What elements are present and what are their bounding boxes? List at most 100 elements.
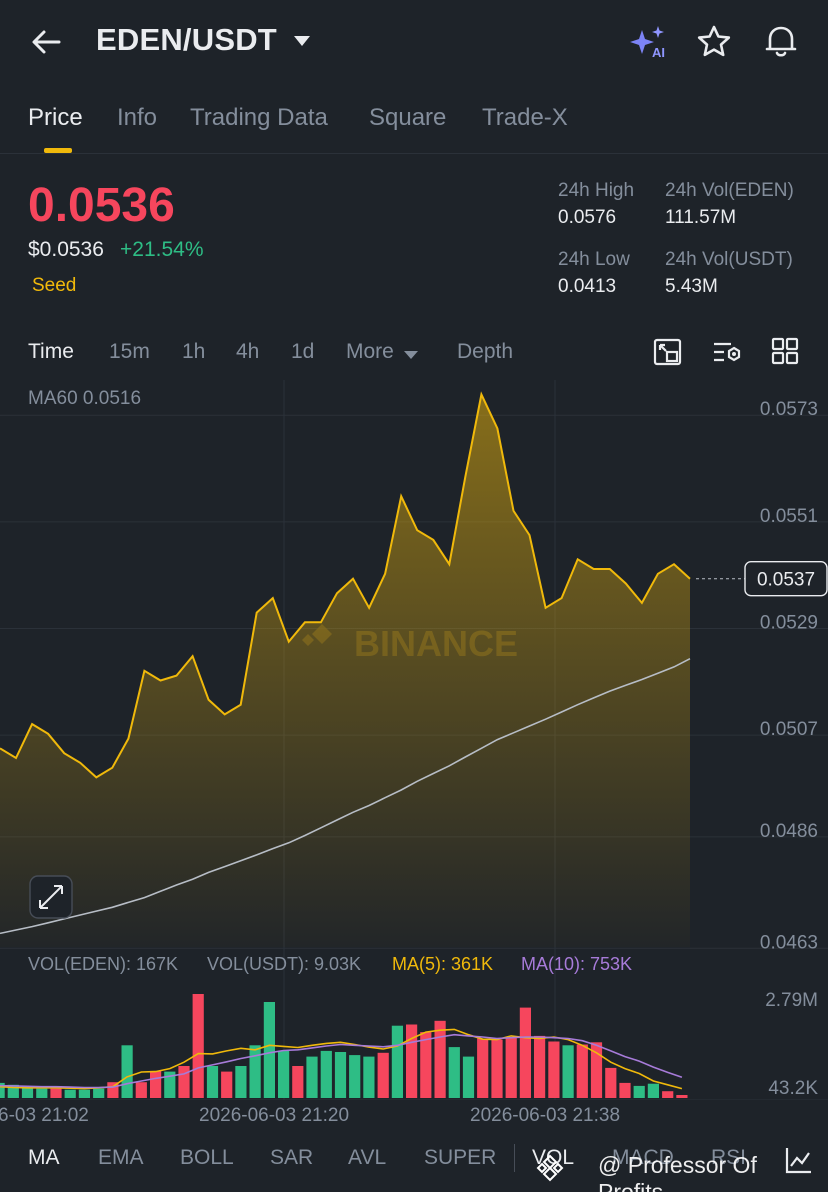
price-axis-tick: 0.0486 <box>760 821 818 842</box>
volume-bar <box>462 1056 475 1098</box>
volume-bar <box>406 1024 418 1098</box>
volume-bar <box>605 1067 617 1098</box>
back-arrow-icon[interactable] <box>28 24 64 60</box>
expand-chart-icon[interactable] <box>29 875 73 919</box>
ai-sparkle-icon[interactable]: AI <box>628 24 672 65</box>
vol-quote-legend: VOL(USDT): 9.03K <box>207 954 361 974</box>
pair-title[interactable]: EDEN/USDT <box>96 22 277 58</box>
seed-tag[interactable]: Seed <box>32 275 76 297</box>
tab-trade-x[interactable]: Trade-X <box>482 104 568 132</box>
volume-bar <box>50 1088 62 1098</box>
time-axis-tick: 2026-06-03 21:20 <box>199 1105 350 1126</box>
price-axis-tick: 0.0573 <box>760 399 818 420</box>
volume-bar <box>135 1082 147 1098</box>
volume-bar <box>36 1088 48 1098</box>
tab-info[interactable]: Info <box>117 104 157 132</box>
indicator-tabs: MA EMA BOLL SAR AVL SUPER VOL MACD RSI @… <box>0 1130 828 1192</box>
volume-bar <box>662 1091 674 1098</box>
volume-bar <box>221 1071 233 1098</box>
more-caret-icon[interactable] <box>403 348 419 366</box>
volume-bar <box>320 1050 332 1098</box>
volume-bar <box>150 1070 162 1098</box>
price-axis-tick: 0.0529 <box>760 612 818 633</box>
chart-settings-icon[interactable] <box>711 336 743 373</box>
volume-bar <box>534 1035 546 1098</box>
volume-bar <box>263 1002 275 1098</box>
interval-1h[interactable]: 1h <box>182 340 205 364</box>
vol-ma10-legend: MA(10): 753K <box>521 954 632 974</box>
ma60-legend: MA60 0.0516 <box>28 388 141 409</box>
interval-1d[interactable]: 1d <box>291 340 314 364</box>
interval-depth[interactable]: Depth <box>457 340 513 364</box>
volume-bar <box>548 1041 560 1098</box>
volume-bar <box>420 1032 432 1098</box>
stat-24h-low-label: 24h Low <box>558 249 630 270</box>
last-price: 0.0536 <box>28 179 175 232</box>
section-tabs: Price Info Trading Data Square Trade-X <box>0 96 828 154</box>
volume-bar <box>192 994 204 1098</box>
tab-square[interactable]: Square <box>369 104 446 132</box>
current-price-label: 0.0537 <box>757 570 815 591</box>
interval-bar: Time 15m 1h 4h 1d More Depth <box>0 332 828 376</box>
stat-24h-high-value: 0.0576 <box>558 207 617 228</box>
interval-time[interactable]: Time <box>28 340 74 364</box>
stat-24h-vol-quote-value: 5.43M <box>665 276 718 297</box>
bell-icon[interactable] <box>762 22 800 65</box>
volume-bar <box>206 1066 219 1098</box>
top-bar: EDEN/USDT AI <box>0 0 828 88</box>
volume-bar <box>349 1055 361 1098</box>
stat-24h-vol-base-label: 24h Vol(EDEN) <box>665 180 794 201</box>
indicator-boll[interactable]: BOLL <box>180 1146 234 1170</box>
indicator-avl[interactable]: AVL <box>348 1146 386 1170</box>
indicator-ema[interactable]: EMA <box>98 1146 144 1170</box>
volume-bar <box>306 1056 318 1098</box>
volume-bar <box>633 1085 645 1098</box>
price-area-fill <box>0 394 690 947</box>
price-axis-tick: 0.0551 <box>760 506 818 527</box>
active-tab-indicator <box>44 148 72 153</box>
volume-bar <box>235 1066 247 1098</box>
price-axis-tick: 0.0507 <box>760 719 818 740</box>
volume-bar <box>334 1052 347 1098</box>
interval-more[interactable]: More <box>346 340 394 364</box>
vol-ma5-legend: MA(5): 361K <box>392 954 493 974</box>
indicator-settings-icon[interactable] <box>784 1144 814 1181</box>
volume-bar <box>519 1007 531 1098</box>
tab-trading-data[interactable]: Trading Data <box>190 104 328 132</box>
volume-bar <box>477 1038 489 1098</box>
stat-24h-vol-quote-label: 24h Vol(USDT) <box>665 249 793 270</box>
usd-price: $0.0536 <box>28 238 104 261</box>
indicator-super[interactable]: SUPER <box>424 1146 496 1170</box>
stat-24h-low-value: 0.0413 <box>558 276 617 297</box>
price-chart[interactable]: BINANCE 0.05730.05510.05290.05070.04860.… <box>0 380 828 1100</box>
volume-bar <box>178 1066 190 1098</box>
indicator-divider <box>514 1144 515 1172</box>
grid-layout-icon[interactable] <box>770 336 800 371</box>
volume-bar <box>434 1020 446 1098</box>
stat-24h-vol-base-value: 111.57M <box>665 207 737 228</box>
volume-bar <box>93 1088 105 1098</box>
volume-bar <box>676 1095 688 1098</box>
stat-24h-high-label: 24h High <box>558 180 635 201</box>
volume-bar <box>491 1039 503 1098</box>
volume-bar <box>448 1047 460 1098</box>
price-change-percent: +21.54% <box>120 238 204 261</box>
price-axis-tick: 0.0463 <box>760 932 818 953</box>
interval-4h[interactable]: 4h <box>236 340 259 364</box>
indicator-ma[interactable]: MA <box>28 1146 60 1170</box>
time-axis: 6-03 21:02 2026-06-03 21:20 2026-06-03 2… <box>0 1102 828 1130</box>
landscape-mode-icon[interactable] <box>652 336 684 373</box>
volume-bar <box>78 1089 90 1098</box>
volume-bar <box>576 1044 588 1098</box>
volume-bar <box>363 1056 375 1098</box>
binance-square-logo-icon <box>536 1154 564 1187</box>
caret-down-icon[interactable] <box>292 34 312 53</box>
volume-bar <box>377 1052 389 1098</box>
volume-bar <box>505 1037 517 1098</box>
volume-bar <box>562 1045 574 1098</box>
indicator-sar[interactable]: SAR <box>270 1146 313 1170</box>
interval-15m[interactable]: 15m <box>109 340 150 364</box>
favorite-star-icon[interactable] <box>696 24 732 65</box>
tab-price[interactable]: Price <box>28 104 83 132</box>
volume-bar <box>647 1083 659 1098</box>
